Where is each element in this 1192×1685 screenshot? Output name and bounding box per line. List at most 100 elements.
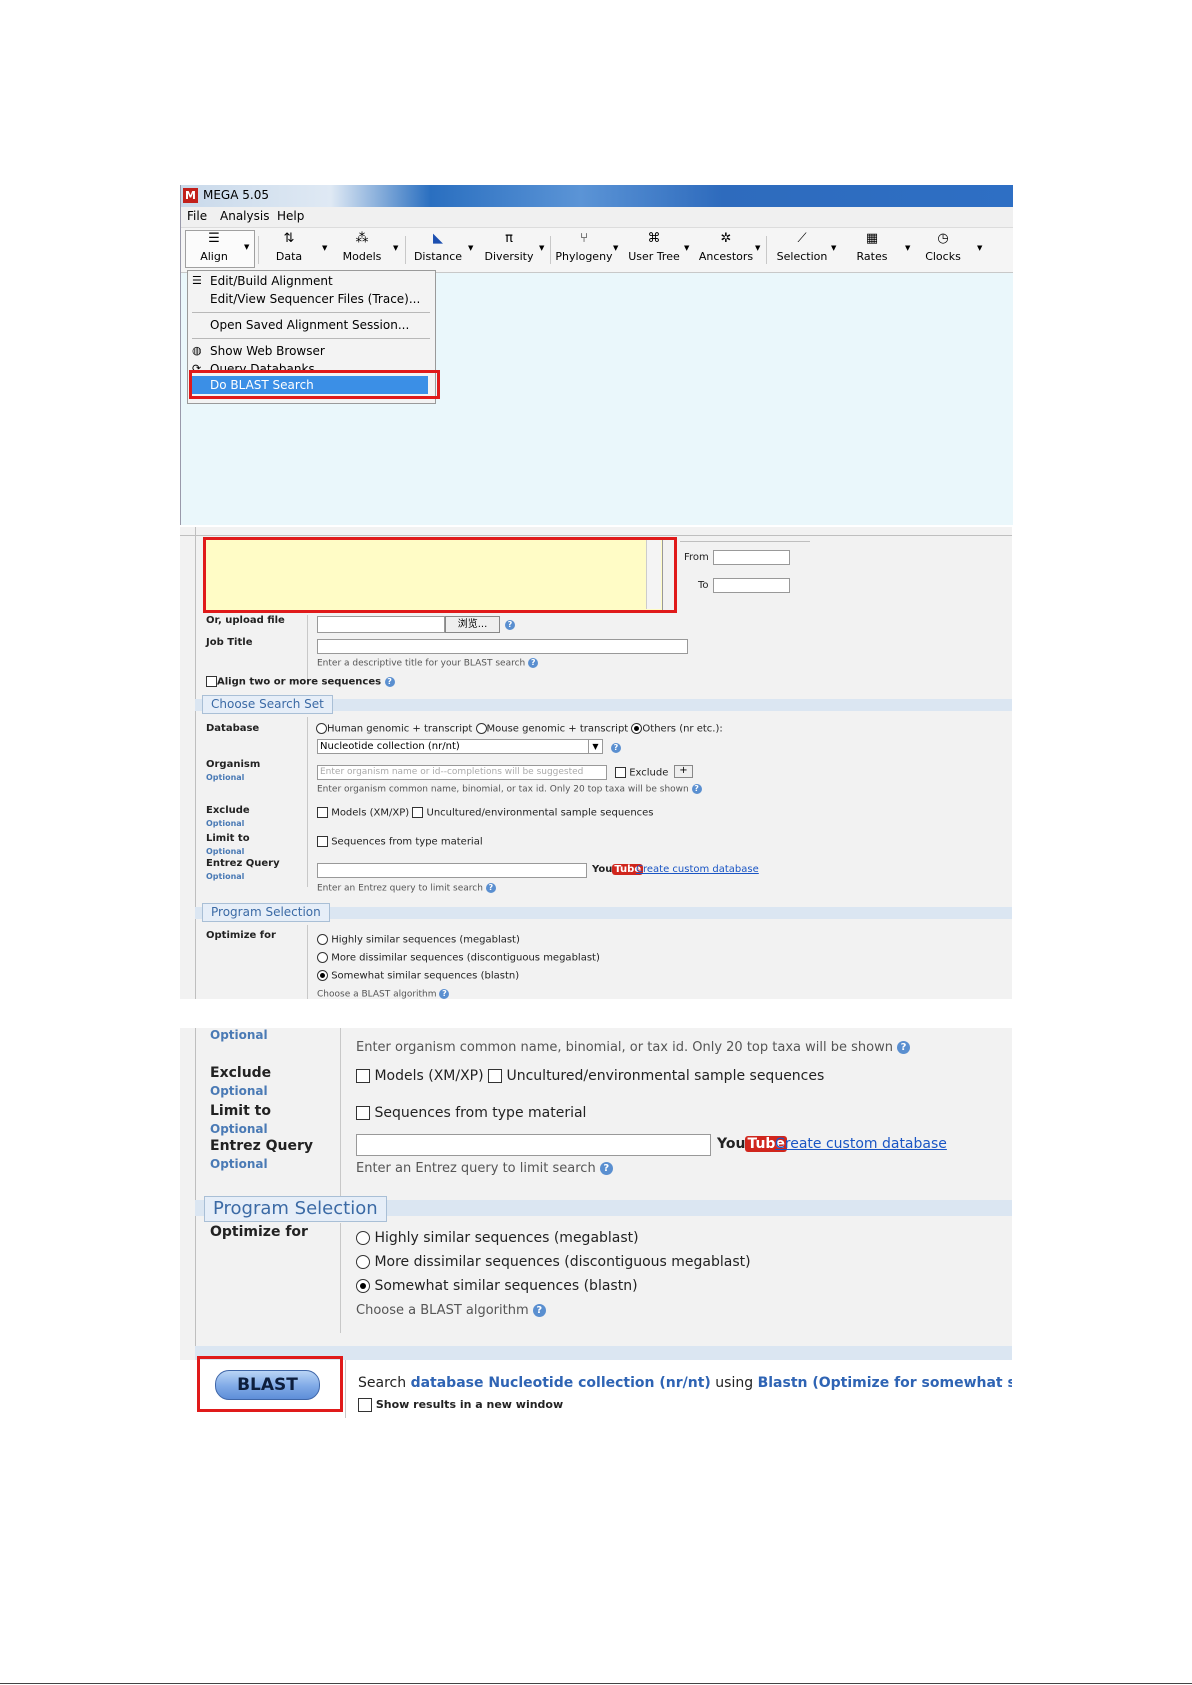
checkbox-uncultured[interactable] [412,807,424,818]
checkbox-models[interactable] [317,807,328,818]
toolbar-diversity-button[interactable]: π Diversity [481,231,537,263]
radio-human[interactable] [316,723,327,734]
optimize-for-label: Optimize for [206,930,276,941]
help-icon[interactable]: ? [485,883,496,893]
create-custom-database-link[interactable]: Create custom database [775,1136,947,1152]
radio-others[interactable] [631,723,643,734]
program-option-megablast[interactable]: Highly similar sequences (megablast) [317,934,520,946]
database-select[interactable]: Nucleotide collection (nr/nt) ▼ [317,739,603,754]
chevron-down-icon[interactable]: ▼ [588,740,602,753]
chevron-down-icon[interactable]: ▼ [539,244,544,252]
window-title: MEGA 5.05 [203,188,269,202]
toolbar-user-tree-button[interactable]: ⌘ User Tree [624,231,684,263]
menu-help[interactable]: Help [277,209,304,223]
toolbar-clocks-button[interactable]: ◷ Clocks [919,231,967,263]
menu-item-edit-build-alignment[interactable]: ☰ Edit/Build Alignment [188,272,435,290]
chevron-down-icon[interactable]: ▼ [831,244,836,252]
entrez-query-input[interactable] [317,863,587,878]
new-window-checkbox[interactable]: Show results in a new window [358,1398,563,1412]
radio-mouse[interactable] [475,723,487,734]
help-icon[interactable]: ? [691,784,702,794]
organism-input[interactable]: Enter organism name or id--completions w… [317,765,607,780]
upload-file-input[interactable] [317,616,445,633]
limit-to-option[interactable]: Sequences from type material [317,836,483,848]
radio[interactable] [317,970,328,981]
chevron-down-icon[interactable]: ▼ [322,244,327,252]
from-input[interactable] [713,550,790,565]
menu-item-open-saved-alignment-session[interactable]: Open Saved Alignment Session... [188,316,435,334]
job-title-label: Job Title [206,637,253,648]
job-title-input[interactable] [317,639,688,654]
help-icon[interactable]: ? [528,658,539,668]
help-icon[interactable]: ? [532,1304,546,1317]
checkbox-models[interactable] [356,1069,370,1083]
entrez-query-input[interactable] [356,1134,711,1156]
menu-item-edit-view-sequencer-files[interactable]: Edit/View Sequencer Files (Trace)... [188,290,435,308]
radio[interactable] [317,934,328,945]
toolbar-models-button[interactable]: ⁂ Models [337,231,387,263]
entrez-query-label: Entrez Query [210,1138,314,1154]
optional-label: Optional [210,1157,268,1171]
checkbox[interactable] [358,1398,372,1412]
program-option-megablast[interactable]: Highly similar sequences (megablast) [356,1230,639,1246]
program-option-blastn[interactable]: Somewhat similar sequences (blastn) [356,1278,638,1294]
radio[interactable] [356,1255,370,1269]
menu-item-query-databanks[interactable]: ⟳ Query Databanks [188,360,435,370]
blast-form-zoomed: Optional Enter organism common name, bin… [180,1028,1012,1418]
chevron-down-icon[interactable]: ▼ [613,244,618,252]
help-icon[interactable]: ? [505,620,515,630]
choose-algorithm-hint: Choose a BLAST algorithm ? [317,989,450,999]
chevron-down-icon[interactable]: ▼ [468,244,473,252]
chevron-down-icon[interactable]: ▼ [977,244,982,252]
align-icon: ☰ [208,231,220,246]
upload-file-label: Or, upload file [206,615,285,626]
globe-icon: ◍ [192,344,202,357]
selection-icon: ⟋ [797,231,807,246]
data-icon: ⇅ [283,231,295,246]
program-option-discontiguous[interactable]: More dissimilar sequences (discontiguous… [356,1254,751,1270]
chevron-down-icon[interactable]: ▼ [684,244,689,252]
menu-item-show-web-browser[interactable]: ◍ Show Web Browser [188,342,435,360]
create-custom-database-link[interactable]: Create custom database [636,864,759,875]
checkbox[interactable] [615,767,626,778]
toolbar-phylogeny-button[interactable]: ⑂ Phylogeny [553,231,615,263]
help-icon[interactable]: ? [439,989,450,999]
query-highlight-box [203,537,677,613]
chevron-down-icon[interactable]: ▼ [905,244,910,252]
menu-analysis[interactable]: Analysis [220,209,269,223]
checkbox[interactable] [317,836,328,847]
toolbar-data-button[interactable]: ⇅ Data [267,231,311,263]
highlight-box [189,370,440,399]
radio[interactable] [317,952,328,963]
help-icon[interactable]: ? [599,1162,613,1175]
toolbar-rates-button[interactable]: ▦ Rates [850,231,894,263]
radio[interactable] [356,1231,370,1245]
chevron-down-icon[interactable]: ▼ [393,244,398,252]
to-input[interactable] [713,578,790,593]
toolbar-align-button[interactable]: ☰ Align ▼ [185,230,255,268]
menu-file[interactable]: File [187,209,207,223]
radio[interactable] [356,1279,370,1293]
rates-icon: ▦ [865,231,879,246]
clock-icon: ◷ [937,231,949,246]
add-organism-button[interactable]: + [674,765,693,778]
toolbar-selection-button[interactable]: ⟋ Selection [771,231,833,263]
chevron-down-icon[interactable]: ▼ [755,244,760,252]
program-option-blastn[interactable]: Somewhat similar sequences (blastn) [317,970,519,982]
help-icon[interactable]: ? [897,1041,911,1054]
checkbox[interactable] [206,676,217,687]
checkbox[interactable] [356,1106,370,1120]
organism-exclude-checkbox[interactable]: Exclude [615,767,668,779]
checkbox-uncultured[interactable] [488,1069,503,1083]
organism-hint: Enter organism common name, binomial, or… [356,1040,911,1055]
limit-to-option[interactable]: Sequences from type material [356,1105,586,1121]
help-icon[interactable]: ? [384,676,395,687]
program-option-discontiguous[interactable]: More dissimilar sequences (discontiguous… [317,952,600,964]
toolbar-ancestors-button[interactable]: ✲ Ancestors [695,231,757,263]
help-icon[interactable]: ? [611,743,621,753]
chevron-down-icon[interactable]: ▼ [244,243,249,251]
toolbar-distance-button[interactable]: ◣ Distance [411,231,465,263]
browse-button[interactable]: 浏览... [445,616,500,633]
align-two-sequences-checkbox[interactable]: Align two or more sequences ? [206,676,395,688]
optional-label: Optional [206,847,245,856]
